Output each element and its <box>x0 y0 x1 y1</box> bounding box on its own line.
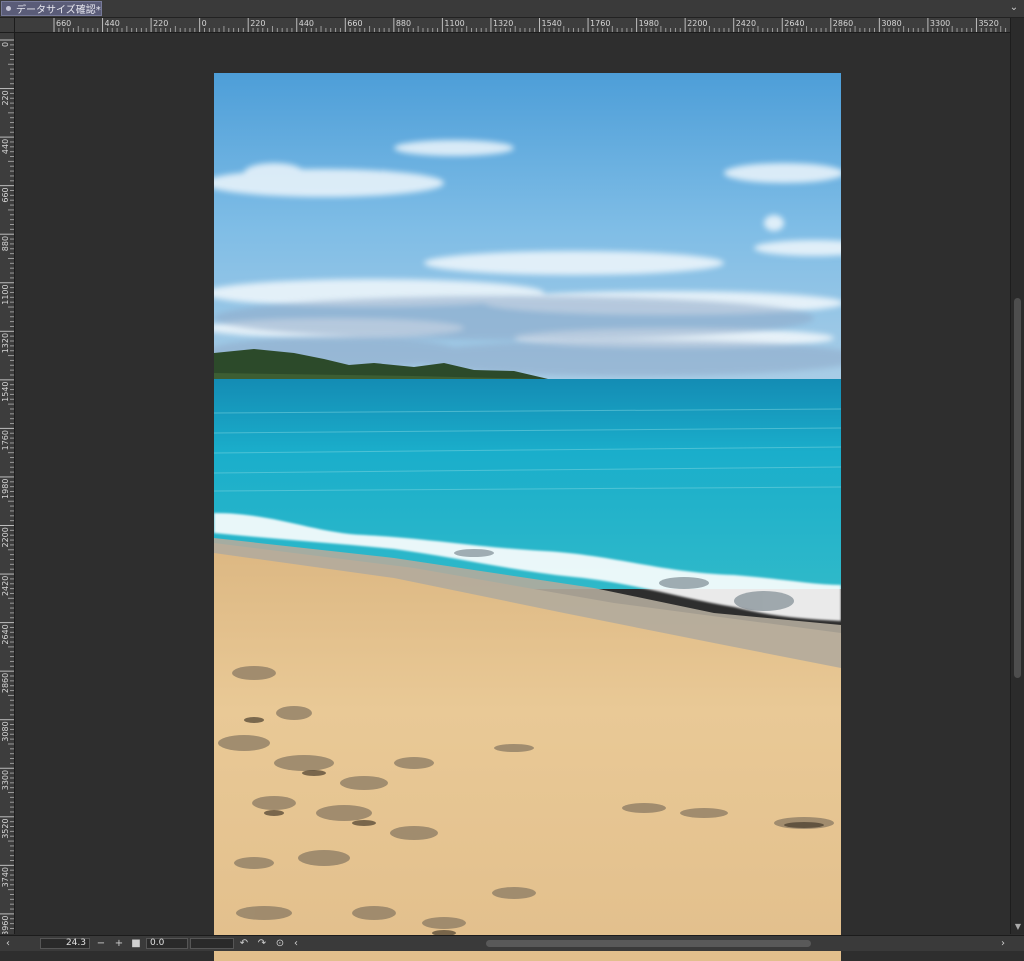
ruler-label: 440 <box>1 139 10 154</box>
rotation-slider[interactable] <box>190 938 234 949</box>
ruler-label: 3960 <box>1 916 10 934</box>
ruler-corner <box>0 18 15 33</box>
ruler-label: 1760 <box>1 430 10 450</box>
ruler-label: 0 <box>1 42 10 47</box>
ruler-label: 660 <box>347 19 362 28</box>
ruler-label: 220 <box>1 90 10 105</box>
horizontal-ruler-ticks: 660 440 220 0 220 440 660 880 1100 1320 1540 1760 19… <box>53 18 1007 32</box>
fit-view-button[interactable]: ■ <box>130 937 142 950</box>
ruler-label: 1760 <box>590 19 610 28</box>
vertical-scrollbar-thumb[interactable] <box>1014 298 1021 678</box>
ruler-label: 0 <box>202 19 207 28</box>
horizontal-scrollbar-thumb[interactable] <box>486 940 811 947</box>
scroll-left-icon[interactable]: ‹ <box>2 937 14 950</box>
ruler-label: 440 <box>299 19 314 28</box>
reset-rotation-button[interactable]: ⊙ <box>274 937 286 950</box>
ruler-label: 3740 <box>1 867 10 887</box>
ruler-label: 3080 <box>881 19 901 28</box>
ruler-label: 2420 <box>1 576 10 596</box>
ruler-label: 880 <box>396 19 411 28</box>
horizontal-scrollbar[interactable] <box>482 939 982 948</box>
ruler-label: 3080 <box>1 721 10 741</box>
ruler-label: 2640 <box>784 19 804 28</box>
rotation-field[interactable]: 0.0 <box>146 938 188 949</box>
scroll-right-button[interactable]: › <box>997 937 1009 950</box>
ruler-label: 3520 <box>978 19 998 28</box>
ruler-label: 440 <box>105 19 120 28</box>
ruler-label: 1320 <box>1 333 10 353</box>
document-tab-bar: データサイズ確認* ⌄ <box>0 0 1024 18</box>
horizontal-ruler: 660 440 220 0 220 440 660 880 1100 1320 1540 1760 19… <box>0 18 1010 33</box>
rotate-right-button[interactable]: ↷ <box>256 937 268 950</box>
vertical-ruler-ticks: 0 220 440 660 880 1100 1320 1540 1760 1980 2200 242… <box>0 39 14 934</box>
ruler-label: 880 <box>1 236 10 251</box>
rotate-left-button[interactable]: ↶ <box>238 937 250 950</box>
ruler-label: 1980 <box>639 19 659 28</box>
ruler-label: 1100 <box>1 284 10 304</box>
ruler-label: 2200 <box>687 19 707 28</box>
zoom-out-button[interactable]: − <box>95 937 107 950</box>
document-tab-icon <box>6 6 11 11</box>
vertical-scrollbar[interactable]: ▼ <box>1010 18 1024 934</box>
scroll-left-button[interactable]: ‹ <box>290 937 302 950</box>
ruler-label: 2860 <box>833 19 853 28</box>
canvas-workspace[interactable] <box>15 33 1010 961</box>
vertical-ruler: 0 220 440 660 880 1100 1320 1540 1760 1980 2200 242… <box>0 32 15 934</box>
ruler-label: 220 <box>250 19 265 28</box>
document-tab-title: データサイズ確認* <box>16 5 101 16</box>
ruler-label: 2420 <box>736 19 756 28</box>
ruler-label: 660 <box>1 187 10 202</box>
canvas-status-bar: ‹ 24.3 − + ■ 0.0 ↶ ↷ ⊙ ‹ › <box>0 935 1024 951</box>
ruler-label: 1540 <box>1 381 10 401</box>
scroll-down-icon[interactable]: ▼ <box>1012 922 1024 932</box>
ruler-label: 2640 <box>1 624 10 644</box>
zoom-in-button[interactable]: + <box>113 937 125 950</box>
ruler-label: 2860 <box>1 673 10 693</box>
canvas-artwork[interactable] <box>214 73 841 961</box>
document-tab[interactable]: データサイズ確認* <box>1 1 102 16</box>
ruler-label: 3520 <box>1 818 10 838</box>
ruler-label: 3300 <box>930 19 950 28</box>
ruler-label: 660 <box>56 19 71 28</box>
ruler-label: 2200 <box>1 527 10 547</box>
ruler-label: 3300 <box>1 770 10 790</box>
ruler-label: 1100 <box>444 19 464 28</box>
ruler-label: 220 <box>153 19 168 28</box>
chevron-down-icon[interactable]: ⌄ <box>1008 2 1020 14</box>
ruler-label: 1540 <box>542 19 562 28</box>
ruler-label: 1320 <box>493 19 513 28</box>
zoom-field[interactable]: 24.3 <box>40 938 90 949</box>
ruler-label: 1980 <box>1 479 10 499</box>
